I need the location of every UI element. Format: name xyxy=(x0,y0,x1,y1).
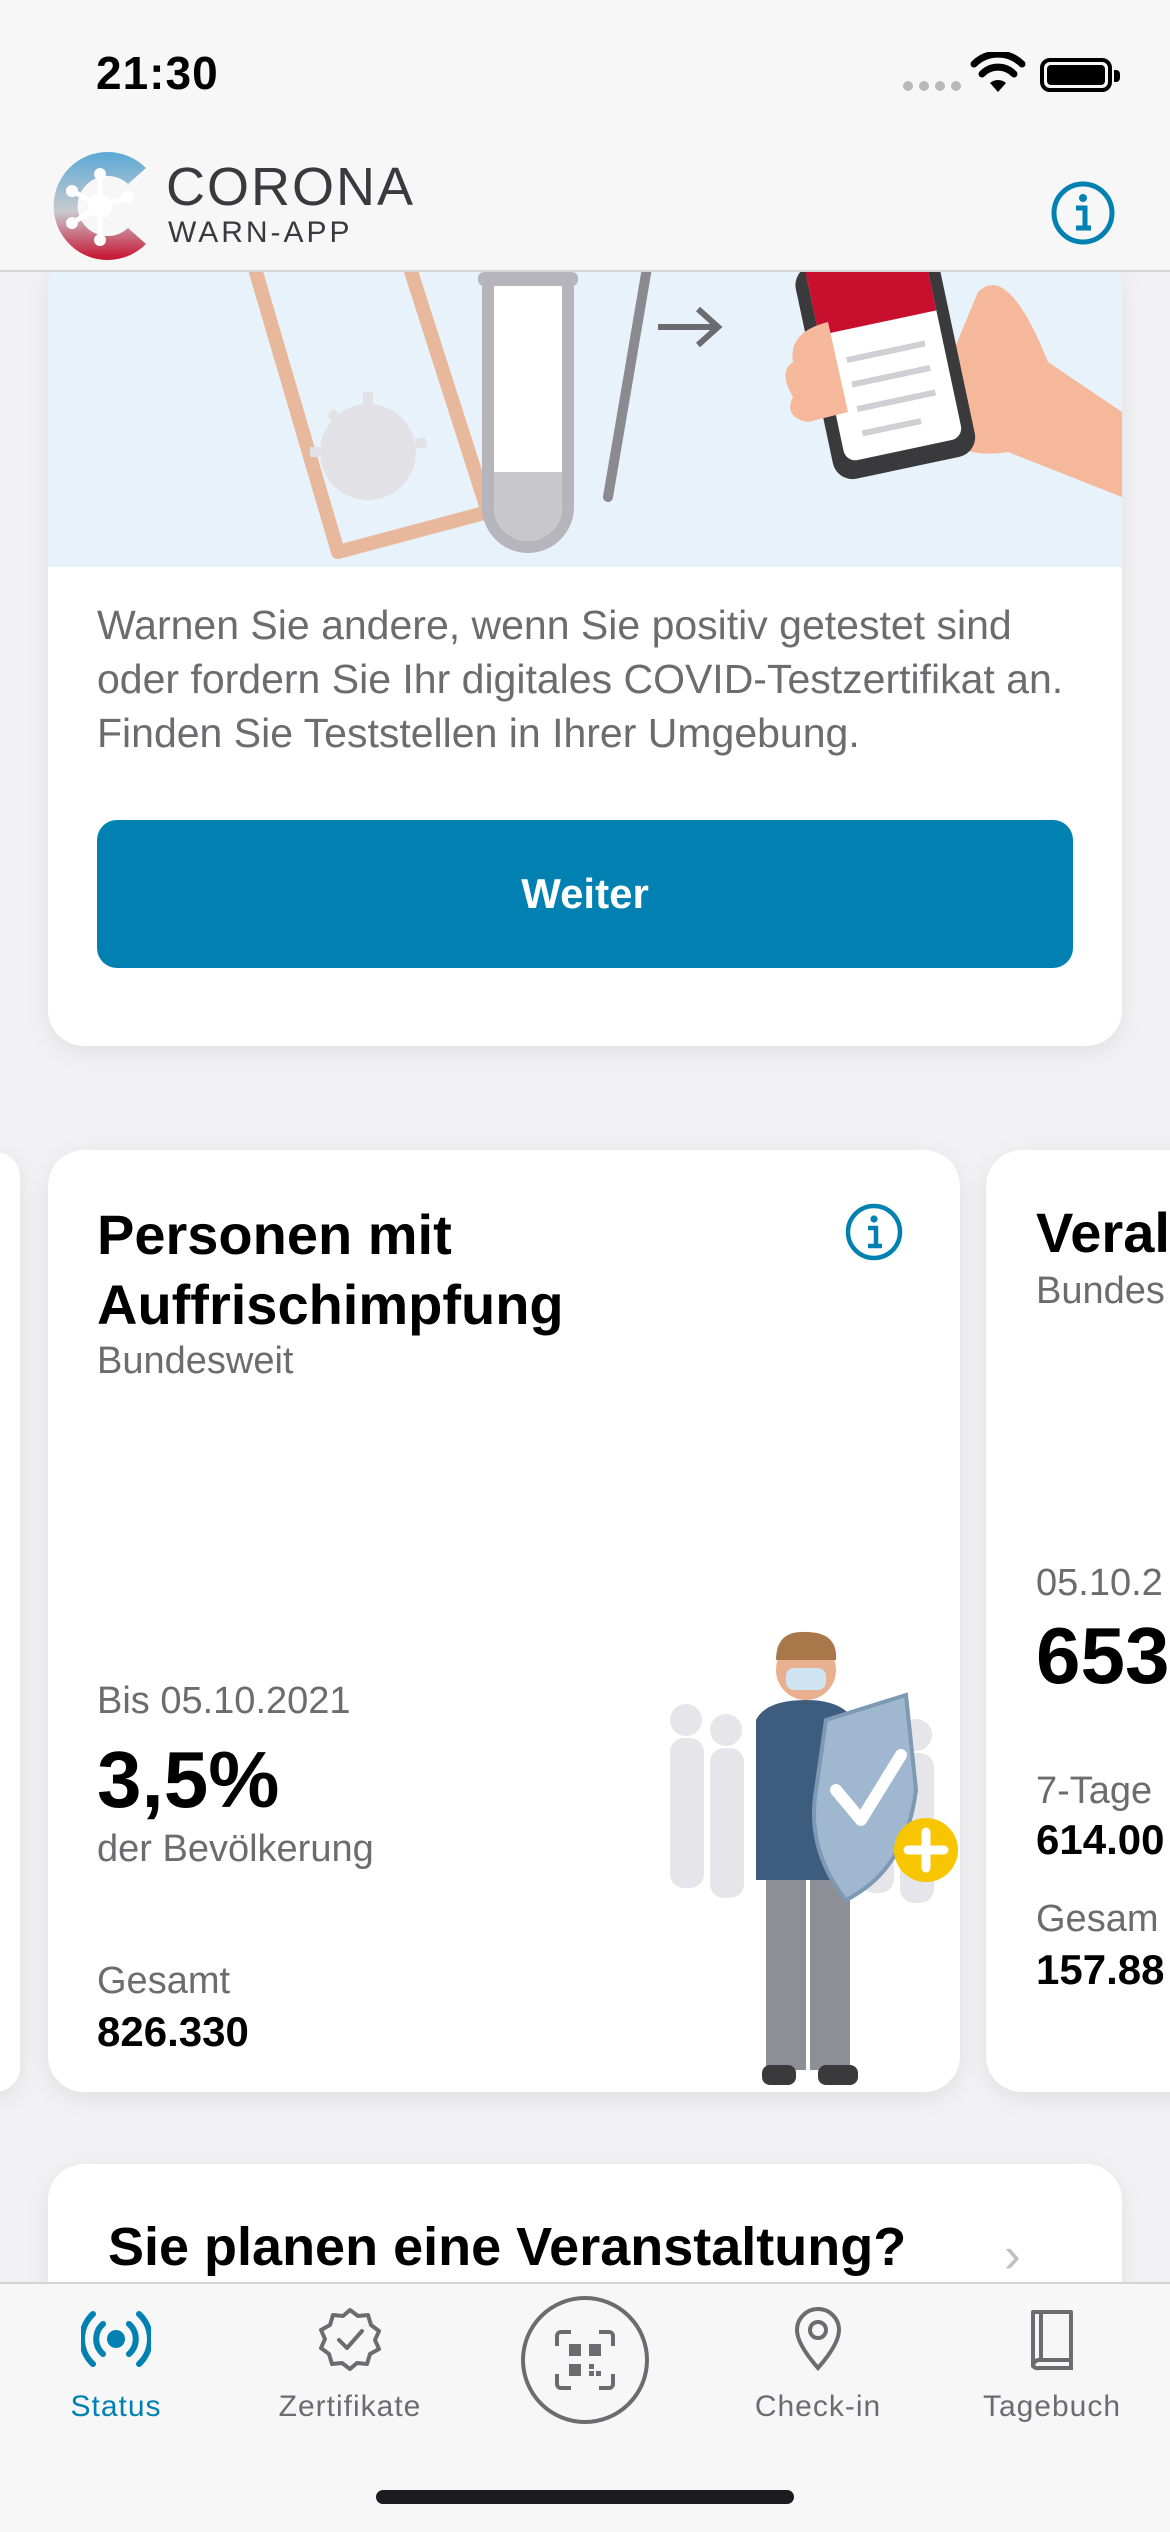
event-planning-card[interactable]: Sie planen eine Veranstaltung? › xyxy=(48,2164,1122,2282)
tab-status[interactable]: Status xyxy=(16,2304,216,2424)
cellular-signal-icon xyxy=(903,78,967,96)
certificate-badge-icon xyxy=(319,2308,381,2371)
tab-diary-label: Tagebuch xyxy=(982,2390,1122,2423)
next-card-value: 653 xyxy=(1036,1611,1170,1700)
booster-total-value: 826.330 xyxy=(97,2008,249,2055)
booster-percentage: 3,5% xyxy=(97,1735,280,1824)
info-icon[interactable] xyxy=(1050,180,1116,246)
wifi-icon xyxy=(970,52,1026,92)
battery-icon xyxy=(1040,58,1120,92)
next-card-date: 05.10.2 xyxy=(1036,1562,1163,1604)
next-card-label-1: 7-Tage xyxy=(1036,1770,1153,1812)
location-pin-icon xyxy=(794,2307,842,2372)
status-bar: 21:30 xyxy=(0,0,1170,140)
chevron-right-icon: › xyxy=(1004,2227,1021,2282)
status-time: 21:30 xyxy=(96,47,219,99)
booster-card-subtitle: Bundesweit xyxy=(97,1340,294,1382)
tab-check-in-label: Check-in xyxy=(754,2390,882,2423)
broadcast-icon xyxy=(81,2311,151,2367)
corona-warn-app-logo-icon xyxy=(53,152,146,260)
next-statistics-card[interactable]: Veral Bundes 05.10.2 653 7-Tage 614.00 G… xyxy=(986,1150,1170,2092)
booster-as-of-date: Bis 05.10.2021 xyxy=(97,1680,351,1722)
booster-percentage-caption: der Bevölkerung xyxy=(97,1828,374,1870)
nav-bar: CORONA WARN-APP xyxy=(0,140,1170,272)
test-result-card: Warnen Sie andere, wenn Sie positiv gete… xyxy=(48,272,1122,1046)
next-card-subtitle: Bundes xyxy=(1036,1270,1165,1312)
booster-statistics-card[interactable]: Personen mit Auffrischimpfung Bundesweit… xyxy=(48,1150,960,2092)
test-illustration xyxy=(48,272,1122,567)
next-card-value-1: 614.00 xyxy=(1036,1816,1165,1863)
logo-subtitle: WARN-APP xyxy=(168,216,353,249)
home-indicator[interactable] xyxy=(376,2490,794,2504)
next-card-title: Veral xyxy=(1036,1201,1170,1264)
previous-statistics-card[interactable] xyxy=(0,1152,20,2092)
test-card-description: Warnen Sie andere, wenn Sie positiv gete… xyxy=(97,602,1064,756)
event-card-title: Sie planen eine Veranstaltung? xyxy=(108,2217,907,2277)
tab-certificates[interactable]: Zertifikate xyxy=(250,2304,450,2424)
qr-scan-button[interactable] xyxy=(521,2296,649,2424)
next-card-value-2: 157.88 xyxy=(1036,1946,1165,1993)
tab-certificates-label: Zertifikate xyxy=(278,2390,422,2423)
tab-check-in[interactable]: Check-in xyxy=(718,2304,918,2424)
diary-book-icon xyxy=(1031,2310,1073,2371)
tab-status-label: Status xyxy=(70,2390,162,2423)
vaccinated-person-illustration xyxy=(670,1631,958,2085)
status-content[interactable]: Warnen Sie andere, wenn Sie positiv gete… xyxy=(0,272,1170,2282)
booster-card-title: Personen mit Auffrischimpfung xyxy=(97,1203,564,1336)
info-icon[interactable] xyxy=(844,1202,904,1262)
logo-title: CORONA xyxy=(166,157,416,217)
next-card-label-2: Gesam xyxy=(1036,1898,1159,1940)
qr-scan-icon xyxy=(555,2330,615,2390)
tab-diary[interactable]: Tagebuch xyxy=(952,2304,1152,2424)
booster-total-label: Gesamt xyxy=(97,1960,231,2002)
continue-button[interactable]: Weiter xyxy=(97,820,1073,968)
